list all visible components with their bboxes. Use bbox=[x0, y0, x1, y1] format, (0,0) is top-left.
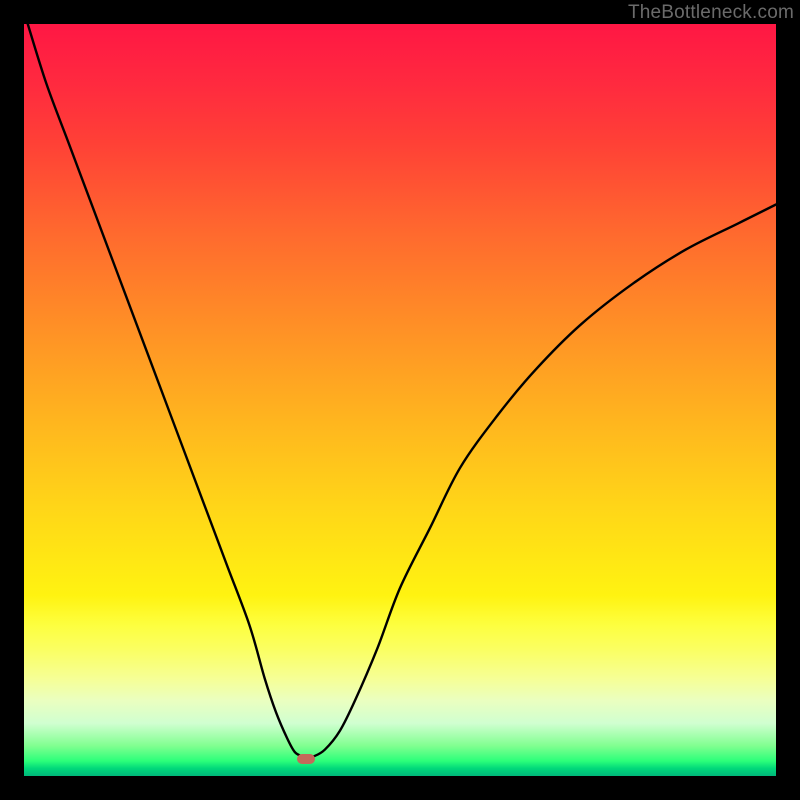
optimum-marker bbox=[297, 754, 315, 764]
watermark-label: TheBottleneck.com bbox=[628, 2, 794, 24]
bottleneck-curve bbox=[24, 24, 776, 776]
plot-area bbox=[24, 24, 776, 776]
chart-frame: TheBottleneck.com bbox=[0, 0, 800, 800]
